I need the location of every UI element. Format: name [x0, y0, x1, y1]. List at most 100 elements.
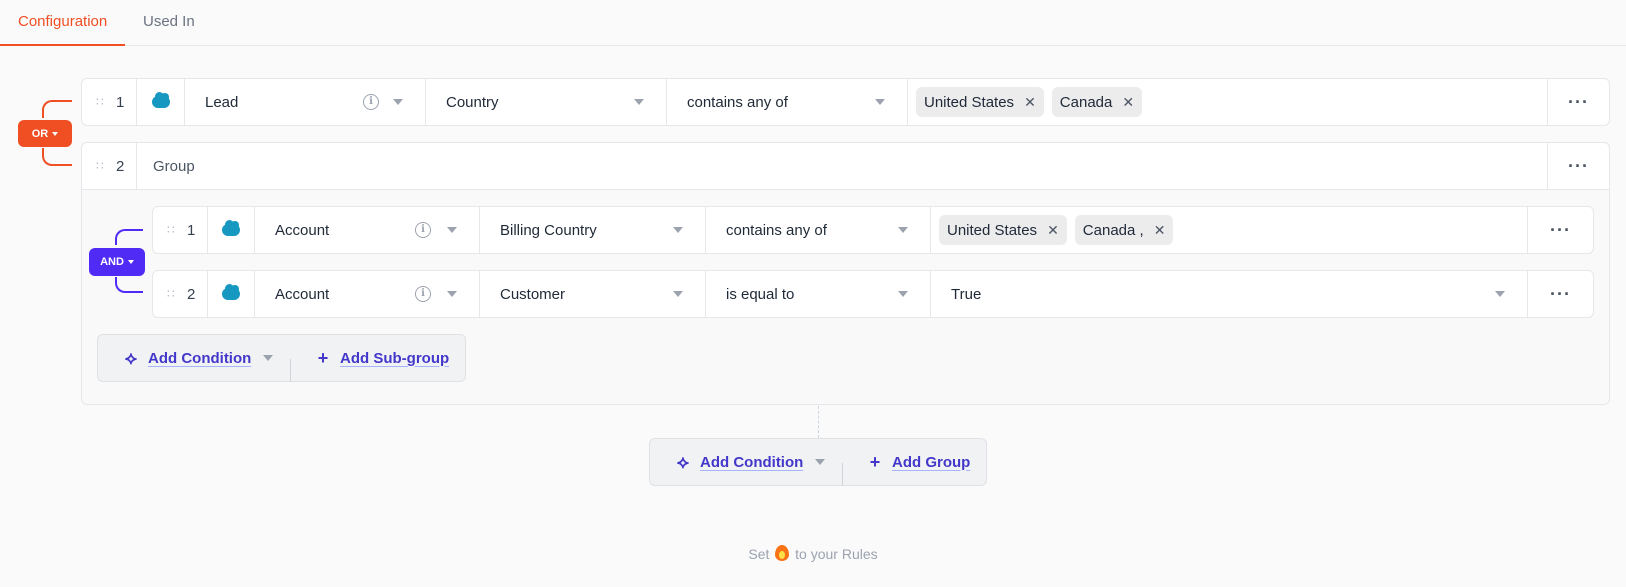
values-multiselect[interactable]: United States ✕ Canada , ✕ — [931, 207, 1528, 253]
field-select[interactable]: Billing Country — [480, 207, 706, 253]
rule-index: 2 — [187, 285, 196, 303]
row-menu-button[interactable]: ··· — [1528, 207, 1593, 253]
group-actions: ⟡ Add Condition + Add Sub-group — [97, 334, 466, 382]
chevron-down-icon — [898, 227, 908, 233]
rule-row: ∷ 1 Account i Billing Country contains a… — [152, 206, 1594, 254]
object-select[interactable]: Account i — [255, 271, 480, 317]
chip-label: Canada , — [1082, 221, 1144, 239]
row-menu-button[interactable]: ··· — [1548, 79, 1609, 125]
drag-handle[interactable]: ∷ 2 — [82, 143, 137, 189]
field-value: Country — [446, 93, 499, 111]
drag-handle-icon: ∷ — [167, 287, 175, 301]
chevron-down-icon — [127, 260, 134, 264]
diamond-plus-icon: ⟡ — [677, 451, 689, 472]
source-cell — [137, 79, 185, 125]
chevron-down-icon — [263, 355, 274, 361]
value-chip: United States ✕ — [916, 87, 1044, 117]
drag-handle-icon: ∷ — [167, 223, 175, 237]
remove-chip-icon[interactable]: ✕ — [1047, 222, 1059, 239]
chevron-down-icon — [898, 291, 908, 297]
remove-chip-icon[interactable]: ✕ — [1154, 222, 1166, 239]
tab-used-in[interactable]: Used In — [125, 0, 213, 46]
dashed-connector — [818, 406, 819, 438]
source-cell — [208, 271, 255, 317]
chevron-down-icon — [447, 291, 457, 297]
chevron-down-icon — [1495, 291, 1505, 297]
drag-handle[interactable]: ∷ 1 — [153, 207, 208, 253]
rule-index: 1 — [116, 93, 125, 111]
more-horizontal-icon: ··· — [1550, 284, 1571, 304]
field-select[interactable]: Country — [426, 79, 667, 125]
add-condition-button[interactable]: ⟡ Add Condition — [674, 439, 826, 485]
rule-index: 1 — [187, 221, 196, 239]
chevron-down-icon — [393, 99, 403, 105]
salesforce-cloud-icon — [151, 92, 170, 108]
add-condition-label: Add Condition — [700, 453, 804, 471]
and-connector-bottom — [115, 277, 143, 293]
group-label-cell: Group — [137, 143, 1548, 189]
chevron-down-icon — [447, 227, 457, 233]
field-value: Billing Country — [500, 221, 597, 239]
group-index: 2 — [116, 157, 125, 175]
divider — [290, 359, 291, 381]
plus-icon: + — [317, 347, 329, 368]
drag-handle-icon: ∷ — [96, 95, 104, 109]
footer-tagline: Set to your Rules — [0, 543, 1626, 562]
add-condition-label: Add Condition — [148, 349, 252, 367]
info-icon[interactable]: i — [415, 222, 431, 238]
chevron-down-icon — [634, 99, 644, 105]
operator-select[interactable]: contains any of — [667, 79, 908, 125]
add-subgroup-button[interactable]: + Add Sub-group — [314, 335, 449, 381]
divider — [842, 463, 843, 485]
remove-chip-icon[interactable]: ✕ — [1122, 94, 1134, 111]
drag-handle[interactable]: ∷ 2 — [153, 271, 208, 317]
remove-chip-icon[interactable]: ✕ — [1024, 94, 1036, 111]
source-cell — [208, 207, 255, 253]
object-select[interactable]: Lead i — [185, 79, 426, 125]
chip-label: United States — [924, 93, 1015, 111]
or-operator-label: OR — [31, 127, 49, 140]
info-icon[interactable]: i — [363, 94, 379, 110]
value-select[interactable]: True — [931, 271, 1528, 317]
object-select[interactable]: Account i — [255, 207, 480, 253]
value-chip: United States ✕ — [939, 215, 1067, 245]
rule-row: ∷ 2 Account i Customer is equal to True … — [152, 270, 1594, 318]
group-menu-button[interactable]: ··· — [1548, 143, 1609, 189]
group-header-row: ∷ 2 Group ··· — [81, 142, 1610, 190]
value-chip: Canada ✕ — [1051, 87, 1143, 117]
chevron-down-icon — [875, 99, 885, 105]
operator-select[interactable]: is equal to — [706, 271, 931, 317]
add-condition-button[interactable]: ⟡ Add Condition — [122, 335, 274, 381]
root-actions: ⟡ Add Condition + Add Group — [649, 438, 987, 486]
chevron-down-icon — [52, 131, 59, 136]
salesforce-cloud-icon — [222, 284, 240, 300]
object-value: Account — [275, 221, 330, 239]
field-select[interactable]: Customer — [480, 271, 706, 317]
row-menu-button[interactable]: ··· — [1528, 271, 1593, 317]
footer-prefix: Set — [748, 546, 770, 562]
add-group-label: Add Group — [892, 453, 971, 471]
plus-icon: + — [869, 451, 881, 472]
and-connector-top — [115, 229, 143, 245]
or-connector-top — [42, 100, 72, 118]
chip-label: Canada — [1059, 93, 1113, 111]
drag-handle-icon: ∷ — [96, 159, 104, 173]
chevron-down-icon — [815, 459, 826, 465]
more-horizontal-icon: ··· — [1568, 92, 1589, 112]
value-chip: Canada , ✕ — [1074, 215, 1174, 245]
drag-handle[interactable]: ∷ 1 — [82, 79, 137, 125]
info-icon[interactable]: i — [415, 286, 431, 302]
or-operator-dropdown[interactable]: OR — [18, 120, 72, 147]
group-label: Group — [153, 157, 195, 175]
add-group-button[interactable]: + Add Group — [866, 439, 971, 485]
and-operator-dropdown[interactable]: AND — [89, 248, 145, 276]
tab-configuration[interactable]: Configuration — [0, 0, 126, 46]
salesforce-cloud-icon — [222, 220, 240, 236]
chevron-down-icon — [673, 227, 683, 233]
chip-label: United States — [947, 221, 1038, 239]
chevron-down-icon — [673, 291, 683, 297]
operator-select[interactable]: contains any of — [706, 207, 931, 253]
object-value: Account — [275, 285, 330, 303]
values-multiselect[interactable]: United States ✕ Canada ✕ — [908, 79, 1548, 125]
operator-value: contains any of — [726, 221, 827, 239]
